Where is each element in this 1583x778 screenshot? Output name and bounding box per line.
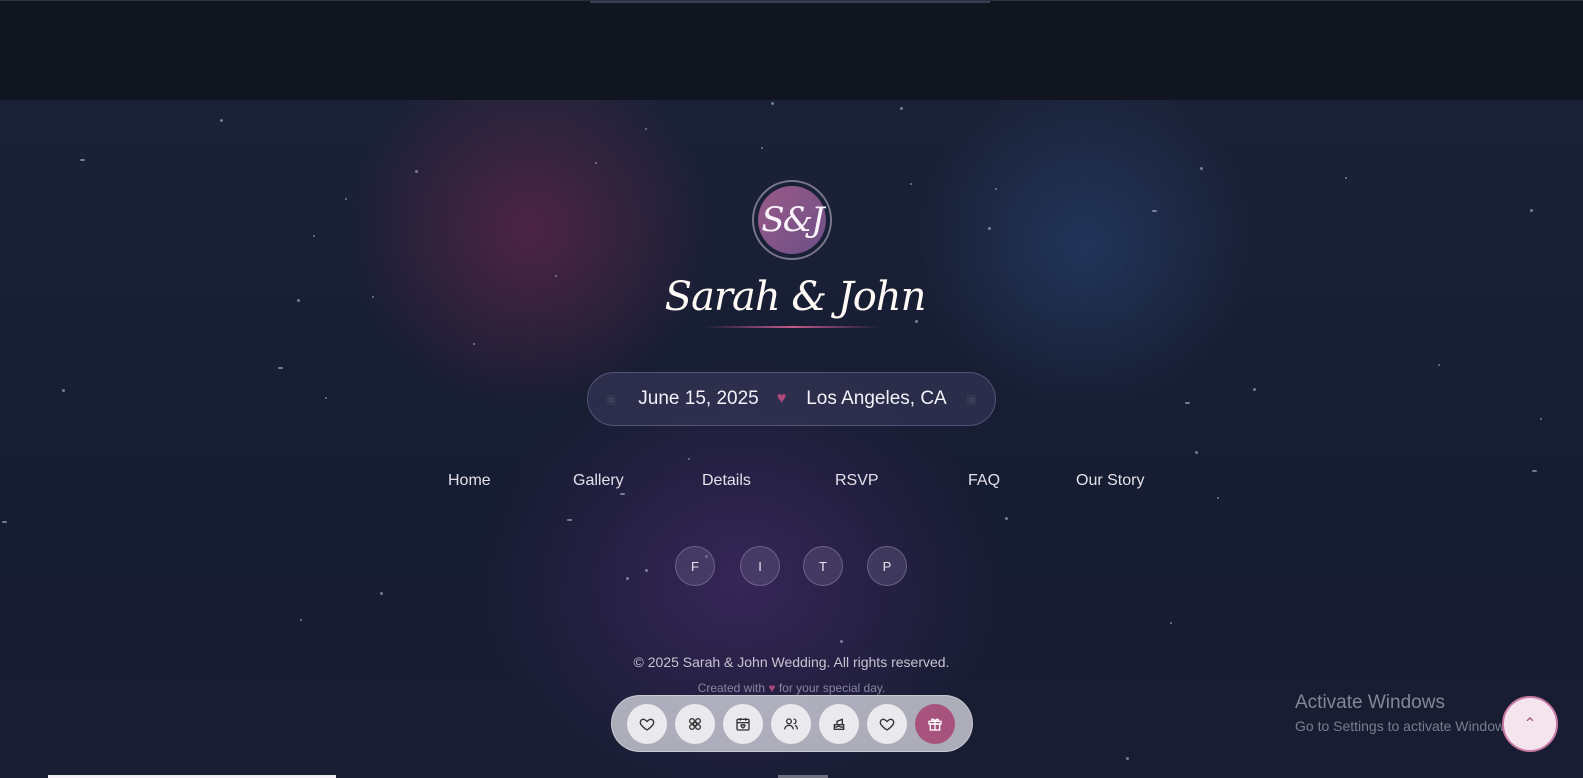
- created-prefix: Created with: [697, 681, 766, 695]
- star: [1345, 177, 1347, 179]
- gift-icon: [928, 718, 942, 731]
- star: [345, 198, 347, 200]
- people-icon: [784, 718, 798, 730]
- dock-gift-button[interactable]: [915, 704, 955, 744]
- event-date: June 15, 2025: [638, 388, 759, 409]
- floating-dock: [611, 695, 973, 752]
- back-to-top-button[interactable]: ⌃: [1502, 696, 1558, 752]
- title-underline: [705, 326, 880, 328]
- social-links: F I T P: [0, 546, 1583, 588]
- star: [1217, 497, 1219, 499]
- star: [473, 343, 475, 345]
- star: [1253, 388, 1256, 391]
- nav-our-story[interactable]: Our Story: [1076, 472, 1144, 490]
- star: [2, 521, 7, 523]
- star: [1195, 451, 1198, 454]
- star: [1530, 209, 1533, 212]
- nav-rsvp[interactable]: RSVP: [835, 472, 879, 490]
- header-divider: [590, 1, 990, 3]
- dock-flower-button[interactable]: [675, 704, 715, 744]
- nav-faq[interactable]: FAQ: [968, 472, 1000, 490]
- flower-icon: [689, 718, 701, 730]
- star: [988, 227, 991, 230]
- star: [1152, 210, 1157, 212]
- star: [595, 162, 597, 164]
- nav-home[interactable]: Home: [448, 472, 491, 490]
- star: [325, 397, 327, 399]
- instagram-button[interactable]: I: [740, 546, 780, 586]
- pinterest-button[interactable]: P: [867, 546, 907, 586]
- monogram-text: S&J: [758, 186, 826, 254]
- twitter-button[interactable]: T: [803, 546, 843, 586]
- star: [840, 640, 843, 643]
- star: [380, 592, 383, 595]
- star: [1170, 622, 1172, 624]
- star: [567, 519, 572, 521]
- heart-icon: [879, 718, 895, 731]
- star: [415, 170, 418, 173]
- star: [1540, 418, 1542, 420]
- star: [915, 320, 918, 323]
- dock-calendar-button[interactable]: [723, 704, 763, 744]
- star: [297, 299, 300, 302]
- event-info-pill: ▣ June 15, 2025 ♥ Los Angeles, CA ▣: [587, 372, 996, 426]
- couple-names: Sarah & John: [664, 274, 927, 320]
- star: [1200, 167, 1203, 170]
- calendar-heart-icon: [736, 718, 750, 731]
- facebook-button[interactable]: F: [675, 546, 715, 586]
- dock-guests-button[interactable]: [771, 704, 811, 744]
- star: [761, 147, 763, 149]
- star: [313, 235, 315, 237]
- star: [900, 107, 903, 110]
- star: [995, 188, 997, 190]
- star: [372, 296, 374, 298]
- heart-icon: ♥: [776, 390, 787, 407]
- nav-details[interactable]: Details: [702, 472, 751, 490]
- star: [1126, 757, 1129, 760]
- star: [688, 458, 690, 460]
- star: [220, 119, 223, 122]
- top-header-bar: [0, 0, 1583, 100]
- star: [1005, 517, 1008, 520]
- heart-icon: [639, 718, 655, 731]
- calendar-icon: ▣: [605, 392, 617, 406]
- created-suffix: for your special day.: [778, 681, 886, 695]
- copyright-text: © 2025 Sarah & John Wedding. All rights …: [633, 654, 950, 670]
- dock-cake-button[interactable]: [819, 704, 859, 744]
- chevron-up-icon: ⌃: [1523, 716, 1537, 733]
- heart-icon: ♥: [768, 681, 776, 695]
- star: [555, 275, 557, 277]
- dock-heart-button[interactable]: [627, 704, 667, 744]
- star: [771, 102, 774, 105]
- map-pin-icon: ▣: [966, 392, 978, 406]
- star: [1438, 364, 1440, 366]
- star: [62, 389, 65, 392]
- monogram-badge: S&J: [752, 180, 832, 260]
- cake-icon: [833, 718, 845, 730]
- star: [910, 183, 912, 185]
- event-location: Los Angeles, CA: [806, 388, 947, 409]
- star: [80, 159, 85, 161]
- star: [1185, 402, 1190, 404]
- star: [645, 128, 647, 130]
- dock-favorites-button[interactable]: [867, 704, 907, 744]
- star: [300, 619, 302, 621]
- nav-gallery[interactable]: Gallery: [573, 472, 624, 490]
- footer-nav: Home Gallery Details RSVP FAQ Our Story: [0, 472, 1583, 496]
- star: [278, 367, 283, 369]
